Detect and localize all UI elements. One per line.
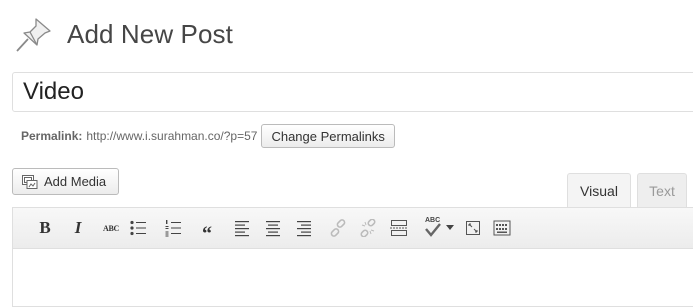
media-icon xyxy=(22,174,38,189)
fullscreen-icon[interactable] xyxy=(461,216,485,240)
bold-icon[interactable]: B xyxy=(33,216,57,240)
post-title-input[interactable] xyxy=(12,72,693,112)
tab-visual[interactable]: Visual xyxy=(567,173,631,207)
align-right-icon[interactable] xyxy=(292,216,316,240)
numbered-list-icon[interactable] xyxy=(161,216,185,240)
permalink-label: Permalink: xyxy=(21,129,83,143)
insert-link-icon[interactable] xyxy=(326,216,350,240)
editor-toolbar: B I ABC “ ABC xyxy=(12,207,693,249)
page-title: Add New Post xyxy=(67,18,233,49)
spellcheck-label: ABC xyxy=(425,217,441,224)
permalink-url[interactable]: http://www.i.surahman.co/?p=57 xyxy=(86,129,257,143)
align-left-icon[interactable] xyxy=(230,216,254,240)
dropdown-arrow-icon[interactable] xyxy=(443,216,457,240)
tab-text[interactable]: Text xyxy=(637,173,687,207)
bullet-list-icon[interactable] xyxy=(126,216,150,240)
read-more-icon[interactable] xyxy=(387,216,411,240)
page-header: Add New Post xyxy=(14,14,233,54)
add-media-button[interactable]: Add Media xyxy=(12,168,120,195)
pushpin-icon xyxy=(16,18,51,52)
add-media-label: Add Media xyxy=(44,174,107,189)
change-permalinks-button[interactable]: Change Permalinks xyxy=(261,124,395,148)
italic-icon[interactable]: I xyxy=(66,216,90,240)
remove-link-icon[interactable] xyxy=(356,216,380,240)
permalink-row: Permalink: http://www.i.surahman.co/?p=5… xyxy=(21,124,395,148)
blockquote-icon[interactable]: “ xyxy=(195,222,219,246)
align-center-icon[interactable] xyxy=(261,216,285,240)
strikethrough-icon[interactable]: ABC xyxy=(99,216,123,240)
kitchen-sink-icon[interactable] xyxy=(490,216,514,240)
spellcheck-icon[interactable]: ABC xyxy=(421,216,445,240)
